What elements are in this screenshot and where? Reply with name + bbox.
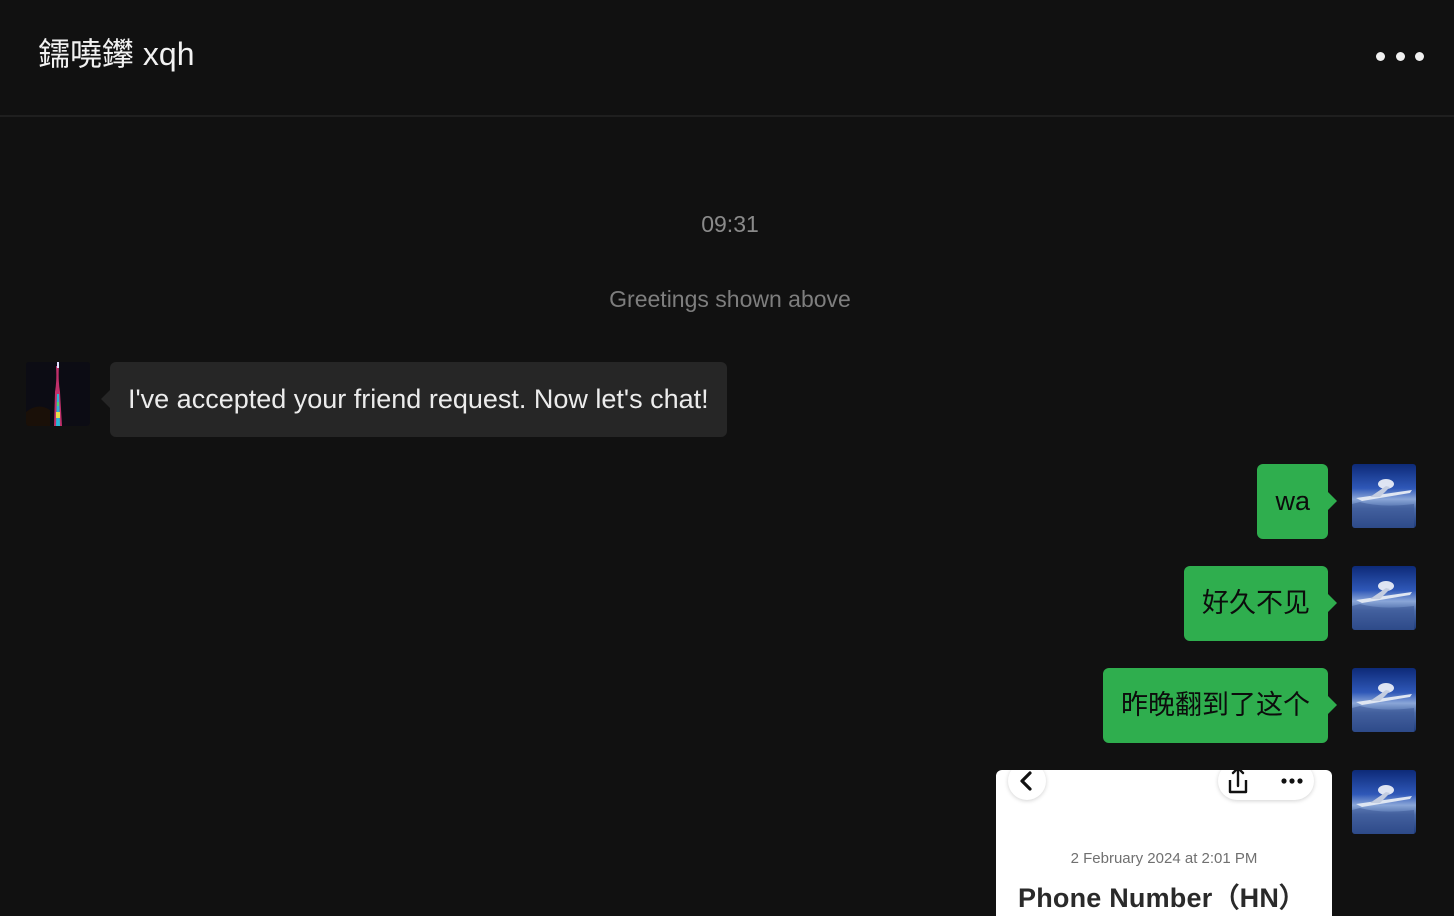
- share-icon: [1228, 770, 1248, 794]
- chat-title: 鑐嘵鑻 xqh: [38, 36, 195, 72]
- screenshot-back-button: [1008, 770, 1046, 800]
- jet-avatar: [1352, 683, 1414, 732]
- my-avatar[interactable]: [1352, 566, 1416, 630]
- my-avatar[interactable]: [1352, 668, 1416, 732]
- my-avatar[interactable]: [1352, 770, 1416, 834]
- system-note: Greetings shown above: [609, 286, 851, 312]
- jet-avatar: [1352, 581, 1414, 630]
- screenshot-title: Phone Number（HN）: [1018, 883, 1307, 913]
- outgoing-message-bubble[interactable]: wa: [1257, 464, 1337, 539]
- contact-avatar[interactable]: [26, 362, 90, 426]
- chevron-left-icon: [1020, 771, 1032, 791]
- chat-header: 鑐嘵鑻 xqh: [0, 0, 1454, 117]
- outgoing-message-bubble[interactable]: 昨晚翻到了这个: [1103, 668, 1337, 743]
- screenshot-action-icons: [1228, 770, 1303, 794]
- jet-avatar: [1352, 785, 1414, 834]
- outgoing-message-bubble[interactable]: 好久不见: [1184, 566, 1337, 641]
- chat-window: 鑐嘵鑻 xqh 09:31 Greetings shown above I've…: [0, 0, 1454, 916]
- more-horizontal-icon: [1376, 51, 1385, 61]
- tower-night-avatar: [26, 362, 90, 426]
- more-horizontal-icon: [1281, 778, 1303, 784]
- image-message[interactable]: 2 February 2024 at 2:01 PM Phone Number（…: [996, 770, 1332, 916]
- message-timestamp: 09:31: [701, 211, 759, 237]
- more-dot: [1395, 51, 1405, 61]
- more-options-button[interactable]: [1376, 40, 1424, 72]
- screenshot-actions: [1218, 770, 1314, 800]
- my-avatar[interactable]: [1352, 464, 1416, 528]
- screenshot-date: 2 February 2024 at 2:01 PM: [1070, 850, 1258, 867]
- more-dot: [1415, 51, 1424, 61]
- jet-avatar: [1352, 479, 1414, 528]
- incoming-message-bubble[interactable]: I've accepted your friend request. Now l…: [101, 362, 727, 437]
